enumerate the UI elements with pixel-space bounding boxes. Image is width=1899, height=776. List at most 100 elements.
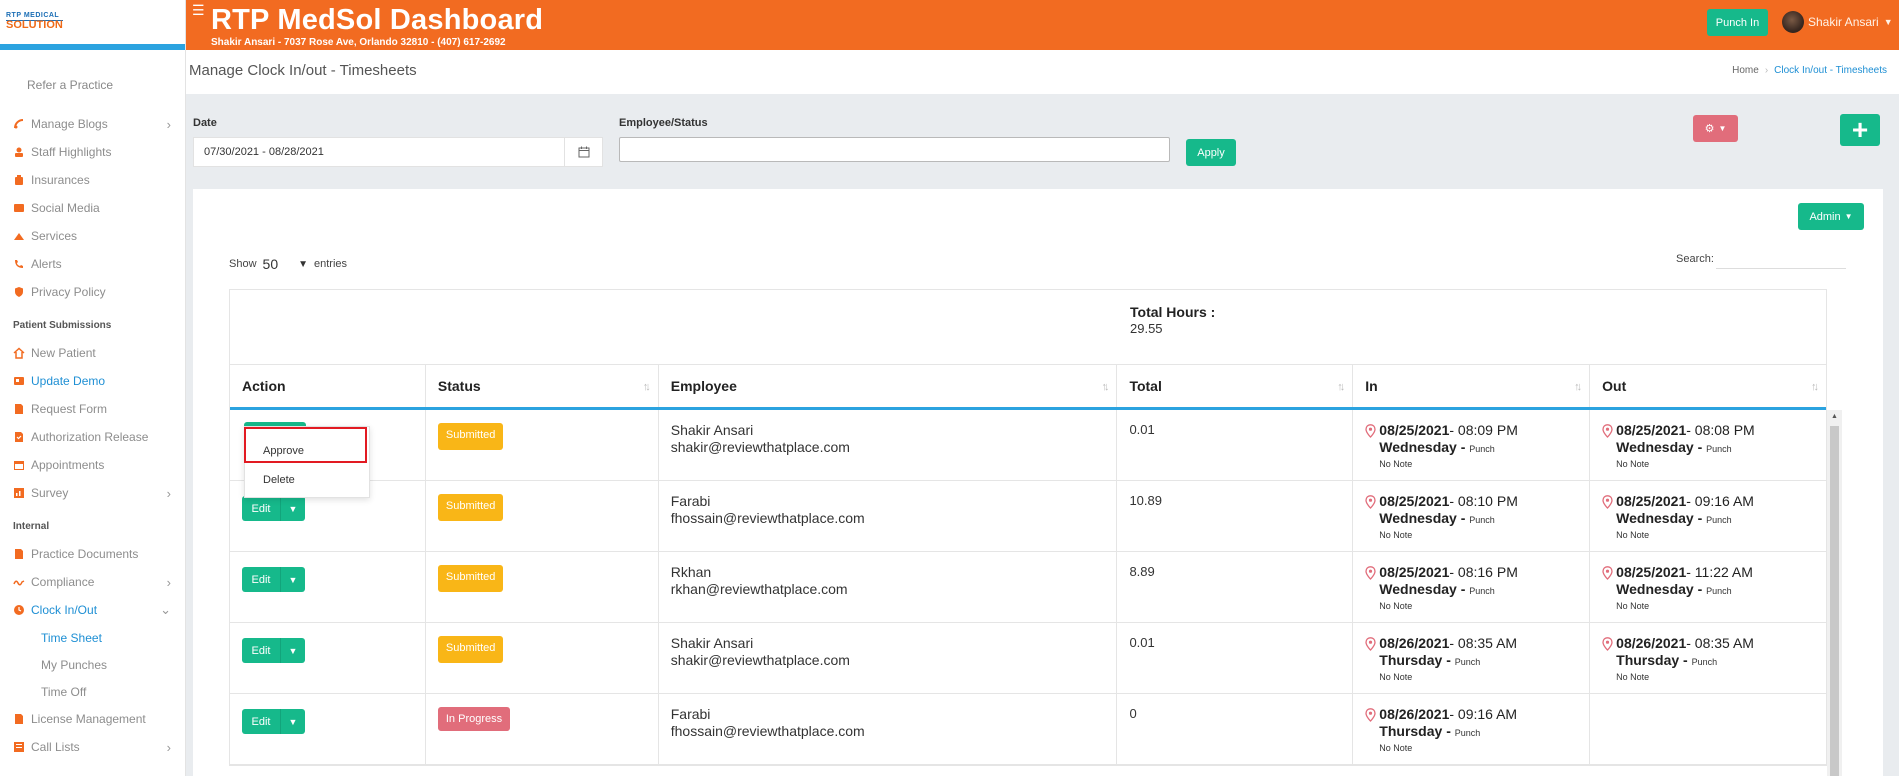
in-weekday: Wednesday [1379,581,1457,597]
punch-in-button[interactable]: Punch In [1707,9,1768,36]
sidebar-item-clock-in-out[interactable]: Clock In/Out ⌄ [0,596,185,624]
sidebar-item-label: Survey [31,486,69,500]
sidebar-item-staff-highlights[interactable]: Staff Highlights [0,138,185,166]
sidebar-item-request-form[interactable]: Request Form [0,395,185,423]
refer-practice-link[interactable]: Refer a Practice [27,78,185,92]
chevron-down-icon: ▼ [1883,17,1893,27]
logo[interactable]: RTP MEDICAL SOLUTION [6,12,63,31]
sidebar-item-social-media[interactable]: Social Media [0,194,185,222]
scroll-up-icon[interactable]: ▲ [1831,413,1838,420]
out-punch-time: 08/25/2021 - 09:16 AM [1602,493,1826,510]
total-hours-row: Total Hours : 29.55 [230,290,1826,365]
entries-control: Show 50 ▼ entries [229,256,347,272]
sort-icon[interactable]: ↑↓ [643,381,651,393]
date-range-input[interactable] [194,138,564,166]
breadcrumb: Home › Clock In/out - Timesheets [1732,65,1887,76]
sidebar-subitem-time-off[interactable]: Time Off [0,678,185,705]
sidebar-item-compliance[interactable]: Compliance › [0,568,185,596]
out-weekday: Wednesday [1616,510,1694,526]
sort-icon[interactable]: ↑↓ [1574,381,1582,393]
out-day: Thursday - Punch [1616,652,1718,668]
caret-down-icon[interactable]: ▼ [280,496,305,521]
top-bar: ☰ RTP MedSol Dashboard Shakir Ansari - 7… [186,0,1899,50]
sidebar-item-call-lists[interactable]: Call Lists › [0,733,185,761]
employee-status-input[interactable] [619,137,1170,162]
column-header-total[interactable]: Total ↑↓ [1117,365,1354,407]
apply-button[interactable]: Apply [1186,139,1236,166]
sidebar-item-survey[interactable]: Survey › [0,479,185,507]
calendar-icon [12,459,25,472]
employee-status-label: Employee/Status [619,117,708,129]
edit-button-group[interactable]: Edit ▼ [242,496,305,521]
edit-button[interactable]: Edit [242,567,280,592]
caret-down-icon[interactable]: ▼ [280,567,305,592]
edit-button[interactable]: Edit [242,638,280,663]
action-cell: Edit ▼ [230,552,426,622]
out-time: - 08:35 AM [1686,635,1754,651]
in-punch-time: 08/25/2021 - 08:10 PM [1365,493,1589,510]
scrollbar-thumb[interactable] [1830,426,1839,776]
status-badge: Submitted [437,423,504,450]
location-pin-icon [1365,423,1376,438]
column-header-out[interactable]: Out ↑↓ [1590,365,1826,407]
employee-name: Farabi [670,706,711,722]
sidebar-subitem-my-punches[interactable]: My Punches [0,651,185,678]
calendar-icon[interactable] [564,138,602,166]
sort-icon[interactable]: ↑↓ [1101,381,1109,393]
id-card-icon [12,375,25,388]
sidebar-item-label: Clock In/Out [31,603,98,617]
sidebar-subitem-time-sheet[interactable]: Time Sheet [0,624,185,651]
entries-label: entries [314,258,348,270]
sort-icon[interactable]: ↑↓ [1337,381,1345,393]
entries-select[interactable]: 50 [263,256,279,272]
employee-name: Rkhan [670,564,712,580]
location-pin-icon [1365,494,1376,509]
settings-dropdown-button[interactable]: ⚙ ▼ [1693,115,1738,142]
in-time: - 08:10 PM [1449,493,1518,509]
sidebar-item-authorization-release[interactable]: Authorization Release [0,423,185,451]
employee-email: fhossain@reviewthatplace.com [670,723,865,739]
out-punch-time: 08/26/2021 - 08:35 AM [1602,635,1826,652]
edit-button-group[interactable]: Edit ▼ [242,709,305,734]
admin-dropdown-button[interactable]: Admin ▼ [1798,203,1864,230]
sidebar-item-insurances[interactable]: Insurances [0,166,185,194]
employee-cell: Farabi fhossain@reviewthatplace.com [659,694,1118,764]
file-icon [12,403,25,416]
date-range-field[interactable] [193,137,603,167]
sidebar-item-appointments[interactable]: Appointments [0,451,185,479]
sidebar-item-new-patient[interactable]: New Patient [0,339,185,367]
column-header-in[interactable]: In ↑↓ [1353,365,1591,407]
sidebar-item-label: Services [31,229,78,243]
edit-button[interactable]: Edit [242,709,280,734]
gear-icon: ⚙ [1704,123,1715,135]
sidebar-item-alerts[interactable]: Alerts [0,250,185,278]
delete-menu-item[interactable]: Delete [263,474,295,486]
in-note: No Note [1379,672,1413,682]
shield-icon [12,286,25,299]
edit-button-group[interactable]: Edit ▼ [242,567,305,592]
sidebar-item-manage-blogs[interactable]: Manage Blogs › [0,110,185,138]
social-media-icon [12,202,25,215]
sidebar-item-practice-documents[interactable]: Practice Documents [0,540,185,568]
column-header-employee[interactable]: Employee ↑↓ [659,365,1118,407]
user-menu[interactable]: Shakir Ansari ▼ [1782,11,1893,33]
search-input[interactable] [1716,268,1846,269]
check-file-icon [12,431,25,444]
sidebar-item-services[interactable]: Services [0,222,185,250]
breadcrumb-home[interactable]: Home [1732,65,1759,76]
add-button[interactable]: + [1840,114,1880,146]
menu-toggle-icon[interactable]: ☰ [192,2,205,19]
chevron-down-icon[interactable]: ▼ [298,259,308,270]
column-header-status[interactable]: Status ↑↓ [426,365,659,407]
sidebar-item-license-management[interactable]: License Management [0,705,185,733]
caret-down-icon[interactable]: ▼ [280,709,305,734]
sort-icon[interactable]: ↑↓ [1811,381,1819,393]
in-cell: 08/26/2021 - 08:35 AM Thursday - Punch No … [1353,623,1591,693]
caret-down-icon[interactable]: ▼ [280,638,305,663]
sidebar-item-update-demo[interactable]: Update Demo [0,367,185,395]
sidebar-item-privacy-policy[interactable]: Privacy Policy [0,278,185,306]
in-note: No Note [1379,459,1413,469]
out-weekday: Thursday [1616,652,1680,668]
edit-button-group[interactable]: Edit ▼ [242,638,305,663]
edit-button[interactable]: Edit [242,496,280,521]
